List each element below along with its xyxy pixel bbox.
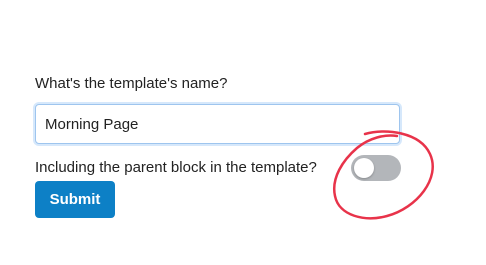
- include-parent-toggle[interactable]: [351, 155, 401, 181]
- submit-button[interactable]: Submit: [35, 181, 115, 218]
- template-name-input[interactable]: [35, 104, 400, 144]
- template-name-label: What's the template's name?: [35, 75, 228, 92]
- include-parent-label: Including the parent block in the templa…: [35, 159, 317, 176]
- template-form-page: What's the template's name? Including th…: [0, 0, 486, 265]
- toggle-knob: [354, 158, 374, 178]
